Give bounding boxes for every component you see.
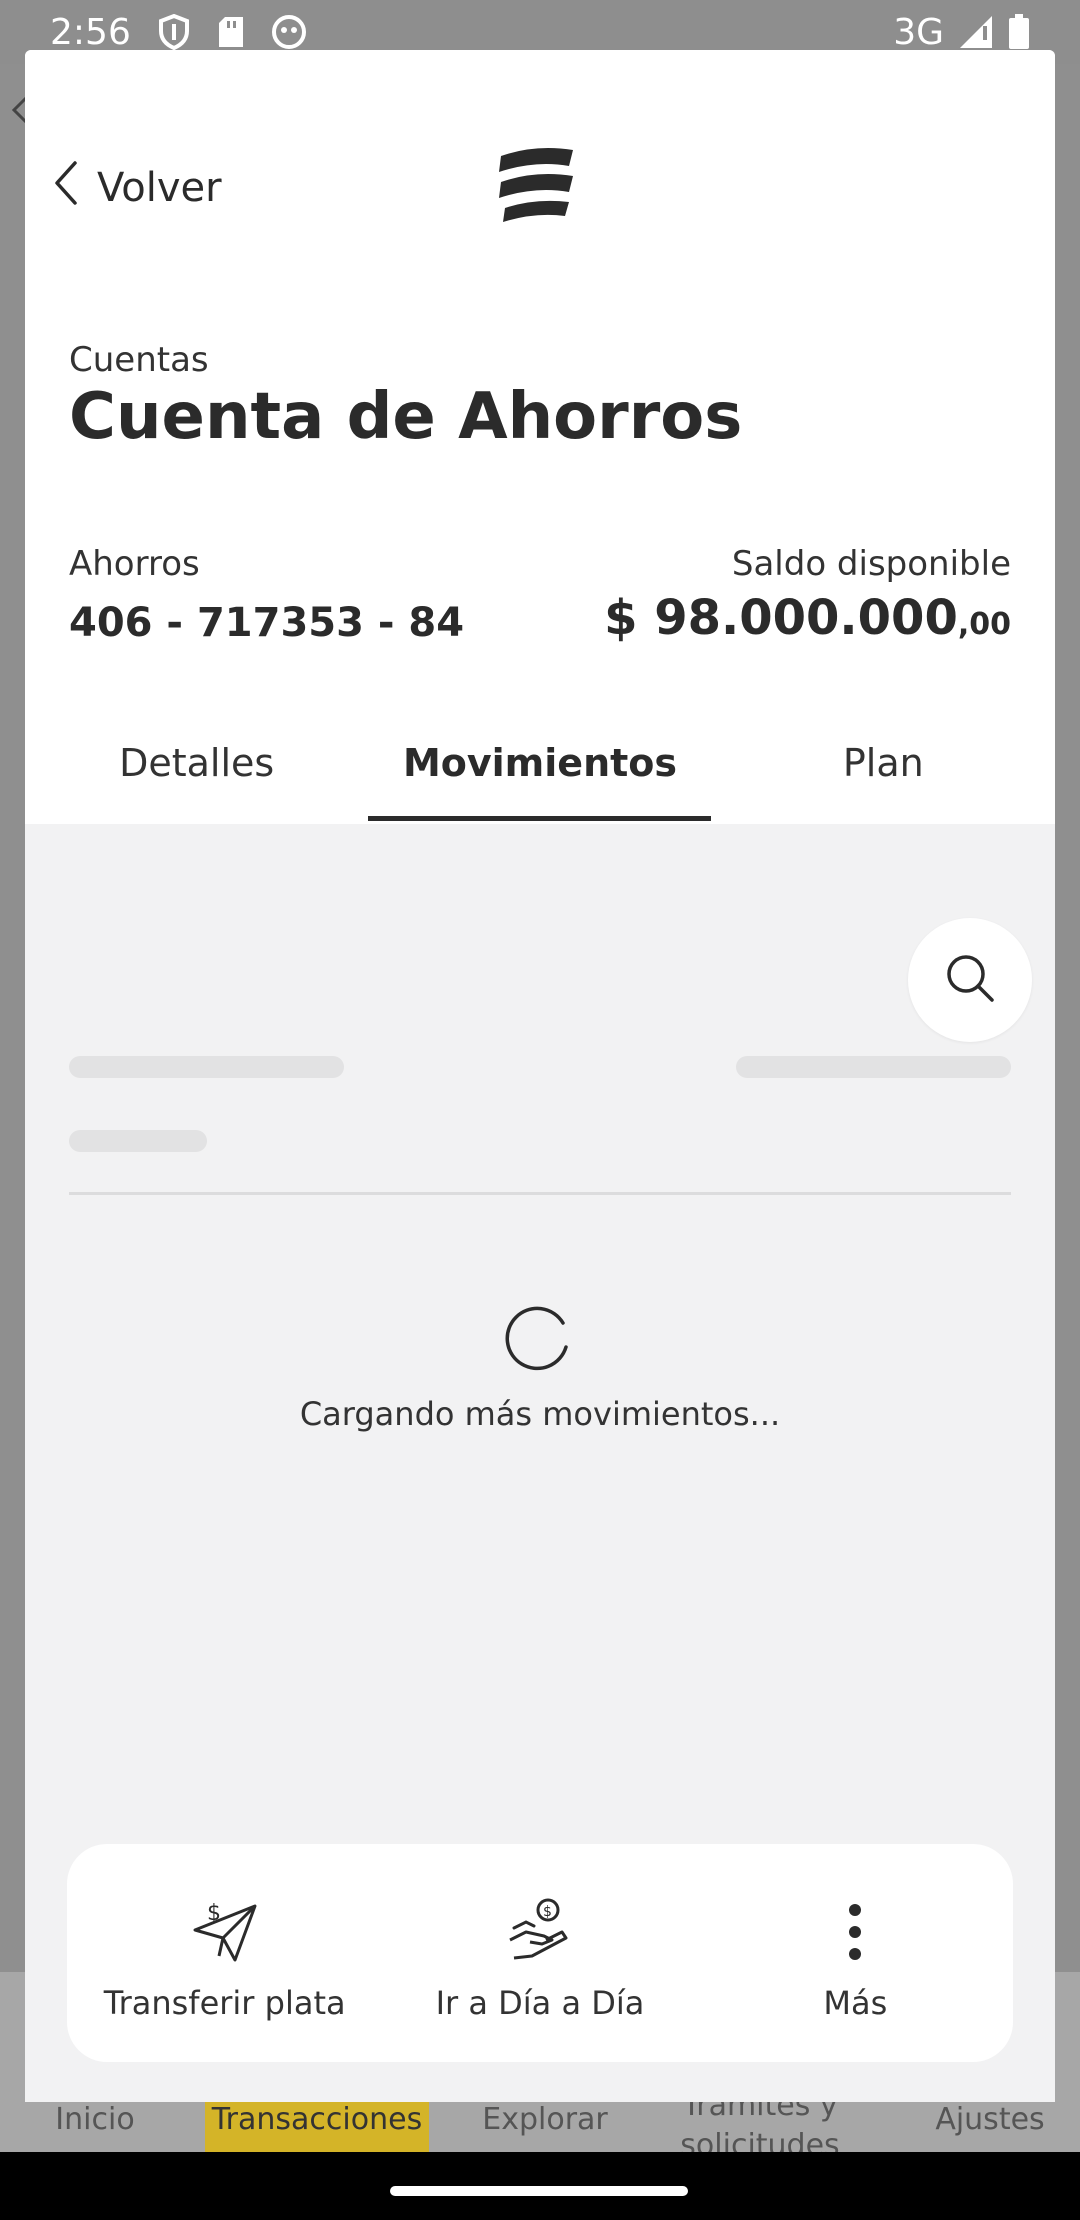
sd-card-icon <box>217 15 245 49</box>
tab-plan[interactable]: Plan <box>712 710 1055 816</box>
skeleton-placeholder <box>69 1130 207 1152</box>
transfer-money-button[interactable]: $ Transferir plata <box>67 1844 382 2062</box>
svg-text:$: $ <box>543 1904 552 1920</box>
account-tabs: Detalles Movimientos Plan <box>25 710 1055 824</box>
dia-a-dia-label: Ir a Día a Día <box>435 1984 645 2022</box>
skeleton-placeholder <box>736 1056 1011 1078</box>
balance-cents: ,00 <box>957 607 1011 642</box>
account-sheet: Volver Cuentas Cuenta de Ahorros Ahorros… <box>25 50 1055 2102</box>
loading-text: Cargando más movimientos... <box>299 1395 781 1433</box>
account-type: Ahorros <box>69 544 200 584</box>
more-vertical-icon <box>817 1894 893 1970</box>
divider <box>69 1192 1011 1195</box>
status-time: 2:56 <box>50 11 131 53</box>
background-nav-item-ajustes: Ajustes <box>935 2102 1045 2137</box>
page-title: Cuenta de Ahorros <box>69 380 743 454</box>
active-tab-indicator <box>368 816 711 821</box>
dia-a-dia-button[interactable]: $ Ir a Día a Día <box>382 1844 697 2062</box>
transfer-money-label: Transferir plata <box>103 1984 346 2022</box>
bancolombia-logo <box>495 142 579 226</box>
signal-icon <box>958 14 994 50</box>
quick-actions-card: $ Transferir plata $ Ir a Día a Día Más <box>67 1844 1013 2062</box>
svg-text:$: $ <box>207 1901 221 1926</box>
search-icon <box>942 950 998 1010</box>
back-button[interactable]: Volver <box>53 158 222 218</box>
available-balance: $ 98.000.000,00 <box>604 590 1011 646</box>
background-nav-item-inicio: Inicio <box>55 2102 135 2137</box>
back-label: Volver <box>97 165 222 211</box>
search-button[interactable] <box>908 918 1032 1042</box>
loading-spinner-icon <box>503 1303 573 1373</box>
account-number: 406 - 717353 - 84 <box>69 600 465 646</box>
hand-money-icon: $ <box>502 1894 578 1970</box>
network-type: 3G <box>893 11 944 53</box>
balance-label: Saldo disponible <box>731 544 1011 584</box>
skeleton-placeholder <box>69 1056 344 1078</box>
tab-movimientos[interactable]: Movimientos <box>368 710 711 816</box>
chevron-left-icon <box>53 160 79 216</box>
shield-icon <box>157 14 191 50</box>
background-nav-item-explorar: Explorar <box>482 2102 608 2137</box>
send-money-icon: $ <box>187 1894 263 1970</box>
tab-detalles[interactable]: Detalles <box>25 710 368 816</box>
face-icon <box>271 14 307 50</box>
background-nav-item-transacciones: Transacciones <box>211 2102 423 2137</box>
breadcrumb: Cuentas <box>69 340 209 380</box>
home-gesture-handle[interactable] <box>390 2186 688 2196</box>
balance-amount: $ 98.000.000 <box>604 590 958 646</box>
battery-icon <box>1008 14 1030 50</box>
more-button[interactable]: Más <box>698 1844 1013 2062</box>
more-label: Más <box>823 1984 888 2022</box>
